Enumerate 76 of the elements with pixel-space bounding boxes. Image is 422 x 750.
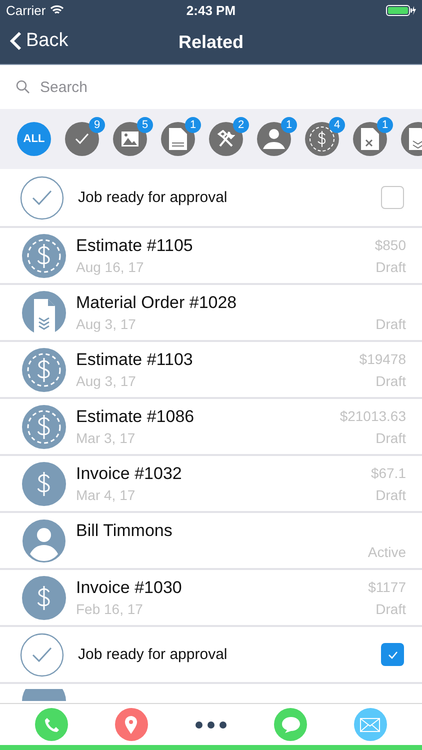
row-title: Estimate #1105 [76, 236, 194, 256]
row-status: Draft [376, 372, 406, 388]
document-layers-icon [22, 689, 66, 701]
filter-chip[interactable] [113, 122, 147, 156]
dollar-coin-icon [308, 125, 336, 153]
chat-bubble-icon [280, 716, 301, 734]
row-date: Aug 3, 17 [76, 373, 137, 389]
search-icon [16, 80, 30, 94]
wifi-icon [50, 5, 64, 15]
row-date: Feb 16, 17 [76, 601, 144, 617]
filter-chip[interactable] [209, 122, 243, 156]
filter-chip[interactable] [305, 122, 339, 156]
back-button[interactable]: Back [8, 28, 70, 54]
approval-checkbox[interactable] [381, 186, 404, 209]
document-layers-icon [22, 290, 66, 334]
checkmark-circle-icon [20, 632, 64, 676]
row-title: Material Order #1028 [76, 293, 238, 313]
row-title: Job ready for approval [78, 189, 228, 206]
row-title: Estimate #1103 [76, 350, 194, 370]
row-date: Mar 3, 17 [76, 430, 136, 446]
screen-title: Related [178, 32, 244, 52]
row-amount: $1177 [368, 578, 406, 594]
filter-chip[interactable] [65, 122, 99, 156]
approval-checkbox[interactable] [381, 643, 404, 666]
row-status: Active [368, 544, 406, 560]
row-status: Draft [376, 430, 406, 446]
row-date: Mar 4, 17 [76, 487, 136, 503]
row-amount: $21013.63 [340, 408, 406, 424]
tools-icon [217, 130, 235, 148]
envelope-icon [360, 718, 380, 732]
filter-chip[interactable] [257, 122, 291, 156]
row-title: Bill Timmons [76, 521, 174, 541]
row-date: Aug 3, 17 [76, 316, 137, 332]
carrier-label: Carrier [6, 2, 46, 18]
count-badge: 4 [329, 117, 345, 133]
row-status: Draft [376, 600, 406, 616]
row-date: Aug 16, 17 [76, 259, 145, 275]
battery-icon [386, 4, 416, 16]
row-amount: $67.1 [370, 464, 406, 480]
row-amount: $850 [374, 236, 406, 252]
document-tools-icon [361, 128, 379, 150]
row-title: Invoice #1030 [76, 578, 183, 598]
count-badge: 1 [281, 117, 297, 133]
count-badge: 2 [233, 117, 249, 133]
dollar-coin-icon [22, 404, 66, 448]
dollar-coin-icon [22, 234, 66, 278]
checkmark-circle-icon [20, 176, 64, 220]
dollar-coin-icon [22, 348, 66, 392]
count-badge: 9 [89, 117, 105, 133]
row-title: Invoice #1032 [76, 464, 183, 484]
filter-chip[interactable] [161, 122, 195, 156]
count-badge: 1 [377, 117, 393, 133]
more-icon [194, 720, 227, 728]
location-pin-icon [124, 716, 138, 734]
checkmark-icon [75, 133, 89, 145]
dollar-circle-icon [22, 576, 66, 620]
location-button[interactable] [114, 708, 148, 741]
row-status: Draft [376, 258, 406, 274]
row-title: Estimate #1086 [76, 407, 196, 427]
filter-chip[interactable] [353, 122, 387, 156]
checkmark-icon [388, 650, 398, 658]
image-icon [121, 131, 139, 147]
row-status: Draft [376, 316, 406, 332]
chevron-left-icon [10, 31, 22, 51]
person-icon [22, 518, 66, 562]
row-amount: $19478 [359, 350, 406, 366]
row-title: Job ready for approval [78, 646, 228, 663]
count-badge: 1 [185, 117, 201, 133]
count-badge: 5 [137, 117, 153, 133]
phone-icon [44, 716, 60, 732]
document-layers-icon [409, 128, 422, 150]
row-status: Draft [376, 486, 406, 502]
person-icon [261, 128, 287, 150]
status-time: 2:43 PM [186, 2, 236, 18]
dollar-circle-icon [22, 462, 66, 506]
document-icon [169, 128, 187, 150]
